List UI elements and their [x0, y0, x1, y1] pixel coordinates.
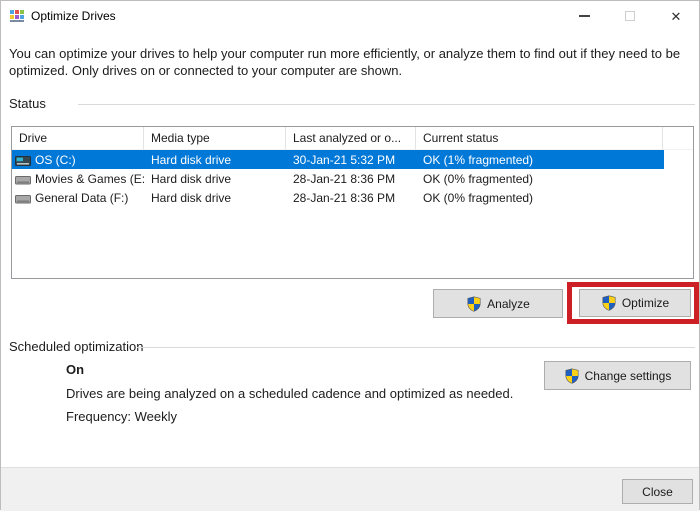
- drives-table: Drive Media type Last analyzed or o... C…: [11, 126, 694, 279]
- uac-shield-icon: [564, 368, 580, 384]
- drive-cell: Movies & Games (E:): [12, 172, 144, 186]
- table-row-os-c[interactable]: OS (C:) Hard disk drive 30-Jan-21 5:32 P…: [12, 150, 664, 169]
- window-title: Optimize Drives: [31, 9, 116, 23]
- table-row-movies-games-e[interactable]: Movies & Games (E:) Hard disk drive 28-J…: [12, 169, 664, 188]
- media-type-cell: Hard disk drive: [144, 191, 286, 205]
- column-header-last-analyzed[interactable]: Last analyzed or o...: [286, 127, 416, 149]
- close-button[interactable]: Close: [622, 479, 693, 504]
- change-settings-button-label: Change settings: [585, 369, 672, 383]
- maximize-button: [607, 1, 653, 31]
- uac-shield-icon: [601, 295, 617, 311]
- analyze-button[interactable]: Analyze: [433, 289, 563, 318]
- close-icon: ✕: [671, 10, 682, 23]
- drive-cell: OS (C:): [12, 153, 144, 167]
- column-header-current-status[interactable]: Current status: [416, 127, 663, 149]
- media-type-cell: Hard disk drive: [144, 172, 286, 186]
- close-button-label: Close: [642, 485, 673, 499]
- minimize-icon: [579, 15, 590, 17]
- schedule-frequency: Frequency: Weekly: [66, 409, 177, 424]
- scheduled-section-rule: [137, 347, 695, 348]
- footer-bar: [1, 467, 699, 511]
- titlebar: Optimize Drives ✕: [1, 1, 699, 31]
- column-header-filler: [663, 127, 693, 149]
- current-status-cell: OK (0% fragmented): [416, 172, 663, 186]
- current-status-cell: OK (1% fragmented): [416, 153, 663, 167]
- drive-name: Movies & Games (E:): [35, 172, 144, 186]
- media-type-cell: Hard disk drive: [144, 153, 286, 167]
- drive-icon: [15, 173, 31, 185]
- close-window-button[interactable]: ✕: [653, 1, 699, 31]
- last-analyzed-cell: 28-Jan-21 8:36 PM: [286, 172, 416, 186]
- optimize-button-label: Optimize: [622, 296, 669, 310]
- defrag-app-icon: [9, 8, 25, 24]
- column-header-drive[interactable]: Drive: [12, 127, 144, 149]
- current-status-cell: OK (0% fragmented): [416, 191, 663, 205]
- os-drive-icon: [15, 154, 31, 166]
- maximize-icon: [625, 11, 635, 21]
- column-header-media-type[interactable]: Media type: [144, 127, 286, 149]
- window-controls: ✕: [561, 1, 699, 31]
- last-analyzed-cell: 30-Jan-21 5:32 PM: [286, 153, 416, 167]
- minimize-button[interactable]: [561, 1, 607, 31]
- optimize-button[interactable]: Optimize: [579, 289, 691, 317]
- drive-icon: [15, 192, 31, 204]
- drive-name: General Data (F:): [35, 191, 128, 205]
- optimize-drives-window: Optimize Drives ✕ You can optimize your …: [0, 0, 700, 510]
- uac-shield-icon: [466, 296, 482, 312]
- drives-table-header: Drive Media type Last analyzed or o... C…: [12, 127, 693, 150]
- intro-text: You can optimize your drives to help you…: [9, 45, 685, 79]
- last-analyzed-cell: 28-Jan-21 8:36 PM: [286, 191, 416, 205]
- scheduled-section-label: Scheduled optimization: [9, 339, 143, 354]
- table-row-general-data-f[interactable]: General Data (F:) Hard disk drive 28-Jan…: [12, 188, 664, 207]
- drive-name: OS (C:): [35, 153, 76, 167]
- change-settings-button[interactable]: Change settings: [544, 361, 691, 390]
- schedule-state: On: [66, 362, 84, 377]
- status-section-label: Status: [9, 96, 46, 111]
- status-section-rule: [78, 104, 695, 105]
- analyze-button-label: Analyze: [487, 297, 530, 311]
- drive-cell: General Data (F:): [12, 191, 144, 205]
- schedule-description: Drives are being analyzed on a scheduled…: [66, 386, 513, 401]
